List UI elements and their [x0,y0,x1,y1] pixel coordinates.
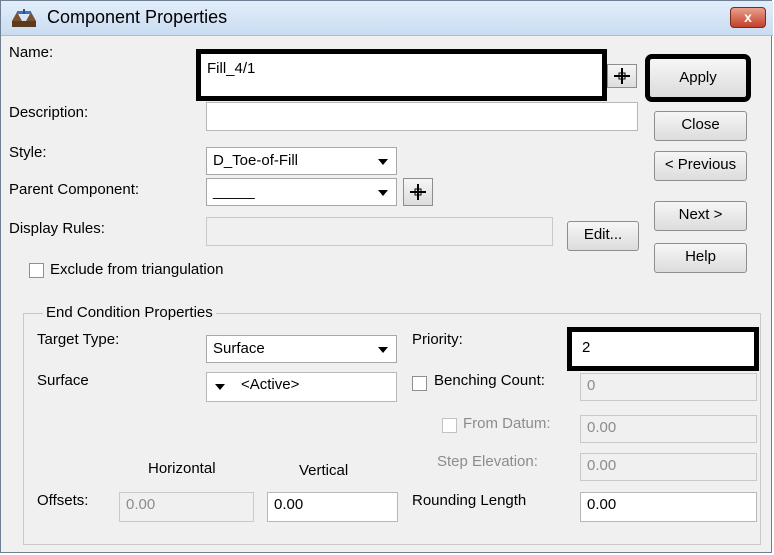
from-datum-label: From Datum: [463,415,551,432]
surface-value: <Active> [241,376,300,393]
rounding-length-input[interactable]: 0.00 [580,492,757,522]
crosshair-plus-icon [404,179,432,205]
chevron-down-icon [378,347,388,353]
exclude-triangulation-checkbox[interactable] [29,263,44,278]
vertical-label: Vertical [299,462,349,479]
display-rules-input [206,217,553,246]
surface-dropdown[interactable]: <Active> [206,372,397,402]
description-input[interactable] [206,102,638,131]
target-type-value: Surface [213,340,265,357]
component-properties-dialog: Component Properties x Name: Fill_4/1 De… [0,0,773,553]
parent-component-value: _____ [213,183,255,200]
benching-count-input: 0 [580,373,757,401]
name-label: Name: [9,44,54,61]
benching-count-label: Benching Count: [434,372,545,389]
priority-input[interactable]: 2 [567,327,759,371]
style-dropdown[interactable]: D_Toe-of-Fill [206,147,397,175]
chevron-down-icon [378,190,388,196]
pick-name-button[interactable] [607,64,637,88]
from-datum-checkbox [442,418,457,433]
previous-button[interactable]: < Previous [654,151,747,181]
parent-component-dropdown[interactable]: _____ [206,178,397,206]
name-input[interactable]: Fill_4/1 [196,49,607,101]
parent-component-label: Parent Component: [9,181,140,198]
crosshair-plus-icon [608,65,636,87]
target-type-dropdown[interactable]: Surface [206,335,397,363]
close-icon: x [744,9,752,25]
title-bar[interactable]: Component Properties x [1,1,773,36]
vertical-offset-input[interactable]: 0.00 [267,492,398,522]
close-button[interactable]: Close [654,111,747,141]
exclude-triangulation-label: Exclude from triangulation [50,261,224,278]
description-label: Description: [9,104,89,121]
step-elevation-input: 0.00 [580,453,757,481]
pick-parent-button[interactable] [403,178,433,206]
window-title: Component Properties [47,7,228,27]
rounding-length-label: Rounding Length [412,492,527,509]
end-condition-group-label: End Condition Properties [43,304,216,321]
step-elevation-label: Step Elevation: [437,453,538,470]
chevron-down-icon [378,159,388,165]
priority-label: Priority: [412,331,463,348]
style-value: D_Toe-of-Fill [213,152,299,169]
from-datum-input: 0.00 [580,415,757,443]
close-window-button[interactable]: x [730,7,766,28]
apply-button[interactable]: Apply [645,54,751,102]
horizontal-label: Horizontal [148,460,216,477]
component-icon [11,8,37,28]
style-label: Style: [9,144,47,161]
target-type-label: Target Type: [37,331,120,348]
offsets-label: Offsets: [37,492,89,509]
edit-button[interactable]: Edit... [567,221,639,251]
next-button[interactable]: Next > [654,201,747,231]
horizontal-offset-input: 0.00 [119,492,254,522]
benching-count-checkbox[interactable] [412,376,427,391]
help-button[interactable]: Help [654,243,747,273]
display-rules-label: Display Rules: [9,220,105,237]
surface-label: Surface [37,372,89,389]
chevron-down-icon [215,384,225,390]
